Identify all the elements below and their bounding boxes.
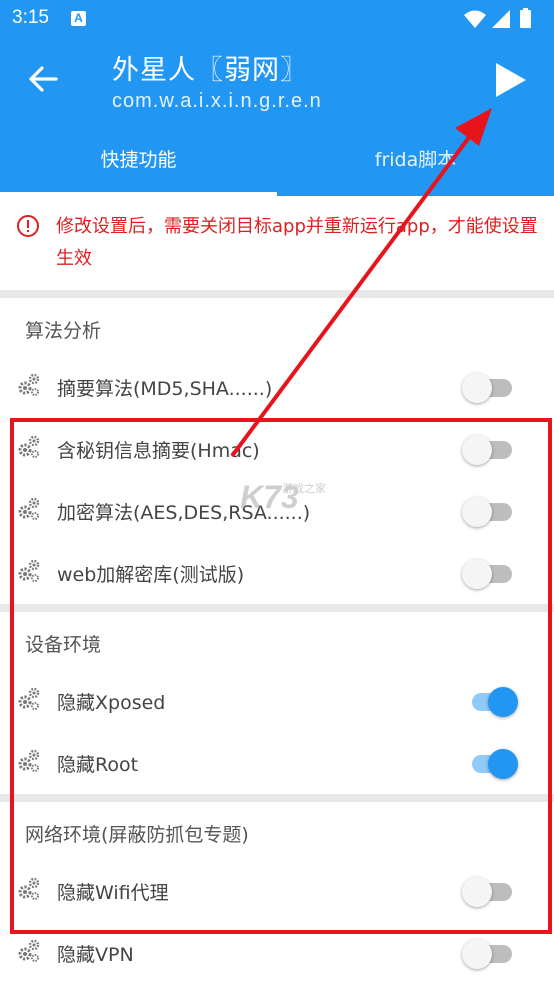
setting-label: 隐藏VPN: [57, 944, 134, 966]
status-bar: 3:15 A: [0, 0, 554, 38]
divider: [0, 290, 554, 298]
app-bar: 外星人〖弱网〗 com.w.a.i.x.i.n.g.r.e.n: [0, 38, 554, 124]
play-icon[interactable]: [490, 60, 530, 100]
section-title-algorithm-analysis: 算法分析: [25, 320, 102, 342]
warning-icon: [17, 215, 39, 237]
signal-icon: [492, 10, 510, 28]
back-arrow-icon[interactable]: [26, 62, 60, 96]
toggle-digest[interactable]: [462, 373, 516, 403]
annotation-highlight-box: [10, 418, 552, 934]
gears-icon: [18, 939, 40, 963]
setting-label: 摘要算法(MD5,SHA......): [57, 378, 273, 400]
setting-row-digest: 摘要算法(MD5,SHA......): [0, 356, 554, 418]
warning-banner: 修改设置后，需要关闭目标app并重新运行app，才能使设置生效: [0, 196, 554, 290]
gears-icon: [18, 373, 40, 397]
toggle-hide-vpn[interactable]: [462, 939, 516, 969]
status-time: 3:15: [12, 7, 49, 28]
tab-frida-scripts[interactable]: frida脚本: [277, 124, 554, 196]
battery-icon: [520, 8, 531, 28]
warning-text: 修改设置后，需要关闭目标app并重新运行app，才能使设置生效: [56, 216, 538, 269]
status-icons: [464, 8, 531, 28]
app-title: 外星人〖弱网〗: [112, 55, 308, 86]
wifi-icon: [464, 10, 486, 28]
notification-icon: A: [71, 11, 86, 26]
tab-quick-functions[interactable]: 快捷功能: [0, 124, 277, 196]
tab-bar: 快捷功能 frida脚本: [0, 124, 554, 196]
app-package-name: com.w.a.i.x.i.n.g.r.e.n: [112, 90, 322, 112]
